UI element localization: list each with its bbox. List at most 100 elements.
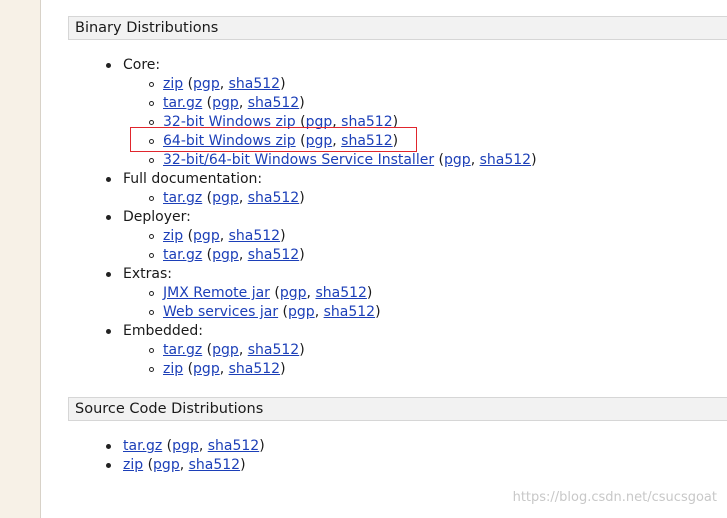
list-item: tar.gz (pgp, sha512) xyxy=(123,341,537,360)
paren-open: ( xyxy=(202,247,213,263)
download-link[interactable]: tar.gz xyxy=(163,190,202,206)
extras-items: JMX Remote jar (pgp, sha512) Web service… xyxy=(123,284,537,322)
group-label: Embedded: xyxy=(123,323,203,339)
sha512-link[interactable]: sha512 xyxy=(208,438,259,454)
download-link[interactable]: zip xyxy=(123,457,143,473)
comma: , xyxy=(238,190,248,206)
sha512-link[interactable]: sha512 xyxy=(248,190,299,206)
full-documentation-items: tar.gz (pgp, sha512) xyxy=(123,189,537,208)
paren-open: ( xyxy=(202,190,213,206)
paren-open: ( xyxy=(278,304,289,320)
download-link[interactable]: tar.gz xyxy=(123,438,162,454)
pgp-link[interactable]: pgp xyxy=(212,95,239,111)
paren-open: ( xyxy=(269,285,280,301)
paren-close: ) xyxy=(280,76,286,92)
comma: , xyxy=(238,342,248,358)
download-link[interactable]: tar.gz xyxy=(163,95,202,111)
pgp-link[interactable]: pgp xyxy=(212,247,239,263)
sha512-link[interactable]: sha512 xyxy=(480,152,531,168)
group-label: Extras: xyxy=(123,266,172,282)
pgp-link[interactable]: pgp xyxy=(280,285,307,301)
paren-open: ( xyxy=(162,438,173,454)
comma: , xyxy=(238,247,248,263)
paren-close: ) xyxy=(299,342,305,358)
watermark-text: https://blog.csdn.net/csucsgoat xyxy=(512,490,717,505)
embedded-items: tar.gz (pgp, sha512) zip (pgp, sha512) xyxy=(123,341,537,379)
comma: , xyxy=(238,95,248,111)
paren-open: ( xyxy=(183,76,194,92)
comma: , xyxy=(219,76,229,92)
pgp-link[interactable]: pgp xyxy=(444,152,471,168)
download-link[interactable]: tar.gz xyxy=(163,342,202,358)
pgp-link[interactable]: pgp xyxy=(212,190,239,206)
paren-open: ( xyxy=(434,152,445,168)
source-distributions-list: tar.gz (pgp, sha512) zip (pgp, sha512) xyxy=(102,437,265,475)
comma: , xyxy=(314,304,324,320)
group-label: Deployer: xyxy=(123,209,191,225)
paren-open: ( xyxy=(202,342,213,358)
paren-open: ( xyxy=(202,95,213,111)
sha512-link[interactable]: sha512 xyxy=(229,76,280,92)
sha512-link[interactable]: sha512 xyxy=(248,247,299,263)
paren-close: ) xyxy=(259,438,265,454)
group-core: Core: zip (pgp, sha512) tar.gz (pgp, sha… xyxy=(102,56,537,170)
core-items: zip (pgp, sha512) tar.gz (pgp, sha512) 3… xyxy=(123,75,537,170)
sha512-link[interactable]: sha512 xyxy=(189,457,240,473)
pgp-link[interactable]: pgp xyxy=(172,438,199,454)
paren-close: ) xyxy=(299,95,305,111)
list-item: JMX Remote jar (pgp, sha512) xyxy=(123,284,537,303)
download-link[interactable]: zip xyxy=(163,76,183,92)
group-full-documentation: Full documentation: tar.gz (pgp, sha512) xyxy=(102,170,537,208)
list-item: tar.gz (pgp, sha512) xyxy=(123,94,537,113)
paren-close: ) xyxy=(299,247,305,263)
highlight-annotation-box xyxy=(130,127,417,152)
paren-open: ( xyxy=(143,457,154,473)
download-link[interactable]: zip xyxy=(163,228,183,244)
list-item: tar.gz (pgp, sha512) xyxy=(102,437,265,456)
group-extras: Extras: JMX Remote jar (pgp, sha512) Web… xyxy=(102,265,537,322)
list-item: zip (pgp, sha512) xyxy=(123,75,537,94)
pgp-link[interactable]: pgp xyxy=(153,457,180,473)
comma: , xyxy=(219,361,229,377)
binary-distributions-header: Binary Distributions xyxy=(68,16,727,40)
paren-close: ) xyxy=(375,304,381,320)
comma: , xyxy=(219,228,229,244)
list-item: zip (pgp, sha512) xyxy=(102,456,265,475)
list-item: Web services jar (pgp, sha512) xyxy=(123,303,537,322)
paren-open: ( xyxy=(183,361,194,377)
group-label: Full documentation: xyxy=(123,171,263,187)
paren-close: ) xyxy=(280,228,286,244)
group-deployer: Deployer: zip (pgp, sha512) tar.gz (pgp,… xyxy=(102,208,537,265)
sha512-link[interactable]: sha512 xyxy=(315,285,366,301)
pgp-link[interactable]: pgp xyxy=(193,76,220,92)
download-link[interactable]: Web services jar xyxy=(163,304,278,320)
comma: , xyxy=(179,457,189,473)
sha512-link[interactable]: sha512 xyxy=(248,342,299,358)
paren-close: ) xyxy=(366,285,373,301)
download-link[interactable]: tar.gz xyxy=(163,247,202,263)
binary-distributions-list: Core: zip (pgp, sha512) tar.gz (pgp, sha… xyxy=(102,56,537,379)
download-link[interactable]: zip xyxy=(163,361,183,377)
sha512-link[interactable]: sha512 xyxy=(324,304,375,320)
paren-close: ) xyxy=(299,190,305,206)
paren-open: ( xyxy=(183,228,194,244)
comma: , xyxy=(470,152,480,168)
download-link[interactable]: 32-bit/64-bit Windows Service Installer xyxy=(163,152,434,168)
paren-close: ) xyxy=(531,152,537,168)
pgp-link[interactable]: pgp xyxy=(193,228,220,244)
pgp-link[interactable]: pgp xyxy=(212,342,239,358)
download-link[interactable]: JMX Remote jar xyxy=(163,285,270,301)
pgp-link[interactable]: pgp xyxy=(193,361,220,377)
sha512-link[interactable]: sha512 xyxy=(248,95,299,111)
group-embedded: Embedded: tar.gz (pgp, sha512) zip (pgp,… xyxy=(102,322,537,379)
source-code-distributions-header: Source Code Distributions xyxy=(68,397,727,421)
list-item: tar.gz (pgp, sha512) xyxy=(123,189,537,208)
list-item: 32-bit/64-bit Windows Service Installer … xyxy=(123,151,537,170)
sha512-link[interactable]: sha512 xyxy=(229,228,280,244)
pgp-link[interactable]: pgp xyxy=(288,304,315,320)
sha512-link[interactable]: sha512 xyxy=(229,361,280,377)
paren-close: ) xyxy=(280,361,286,377)
list-item: zip (pgp, sha512) xyxy=(123,227,537,246)
list-item: tar.gz (pgp, sha512) xyxy=(123,246,537,265)
left-sidebar-strip xyxy=(0,0,41,518)
